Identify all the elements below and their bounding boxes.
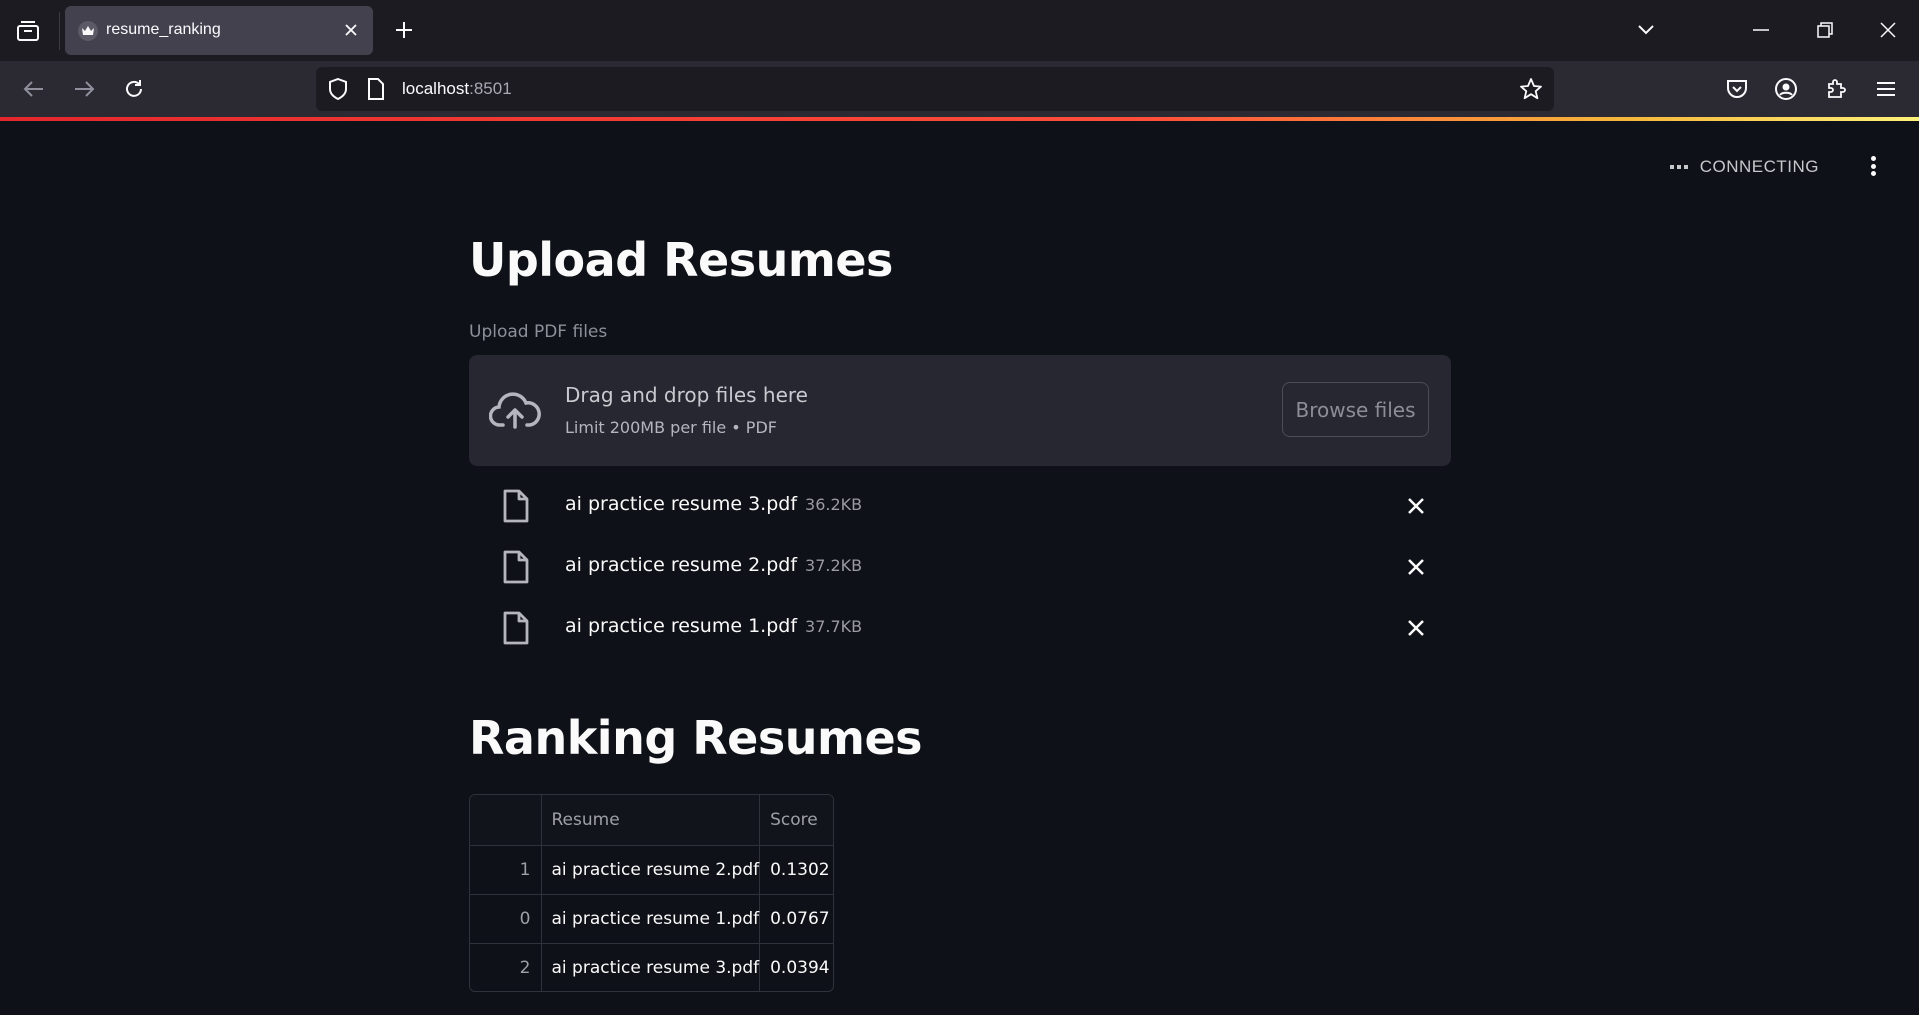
reload-icon[interactable] (118, 73, 150, 105)
file-icon (501, 550, 531, 588)
file-icon (501, 489, 531, 527)
ranking-dataframe[interactable]: Resume Score 1 ai practice resume 2.pdf … (469, 794, 834, 992)
uploader-label: Upload PDF files (469, 322, 608, 342)
file-name: ai practice resume 1.pdf (565, 615, 798, 637)
connecting-dots-icon (1669, 165, 1688, 169)
url-bar[interactable]: localhost:8501 (316, 67, 1554, 111)
bookmark-star-icon[interactable] (1520, 78, 1542, 104)
ranking-table: Resume Score 1 ai practice resume 2.pdf … (470, 795, 833, 991)
remove-file-icon[interactable] (1403, 615, 1429, 641)
row-index[interactable]: 2 (470, 943, 542, 991)
row-index[interactable]: 1 (470, 845, 542, 895)
file-size: 37.2KB (805, 556, 863, 575)
column-header-score[interactable]: Score (759, 795, 833, 846)
file-name: ai practice resume 2.pdf (565, 554, 798, 576)
back-icon[interactable] (18, 73, 50, 105)
cell-score[interactable]: 0.0394 (760, 943, 833, 991)
tab-manager-icon[interactable] (14, 18, 42, 44)
column-header-resume[interactable]: Resume (541, 795, 761, 846)
file-name-text: ai practice resume 2.pdf 37.2KB (565, 554, 862, 576)
pocket-icon[interactable] (1721, 73, 1753, 105)
cell-resume[interactable]: ai practice resume 1.pdf (541, 894, 761, 944)
tab-title: resume_ranking (106, 21, 221, 38)
ranking-title: Ranking Resumes (469, 711, 923, 765)
table-row: 2 ai practice resume 3.pdf 0.0394 (470, 943, 833, 991)
cell-resume[interactable]: ai practice resume 2.pdf (541, 845, 761, 895)
cell-resume[interactable]: ai practice resume 3.pdf (541, 943, 761, 991)
streamlit-app: CONNECTING Upload Resumes Upload PDF fil… (0, 121, 1919, 1015)
dropzone-limit: Limit 200MB per file • PDF (565, 418, 777, 437)
cloud-upload-icon (488, 391, 541, 433)
url-text[interactable]: localhost:8501 (402, 79, 512, 99)
column-header-index[interactable] (470, 795, 542, 846)
table-row: 1 ai practice resume 2.pdf 0.1302 (470, 845, 833, 895)
minimize-icon[interactable] (1746, 15, 1776, 45)
file-name: ai practice resume 3.pdf (565, 493, 798, 515)
dropzone-title: Drag and drop files here (565, 383, 808, 407)
table-header-row: Resume Score (470, 795, 833, 846)
uploaded-file-row: ai practice resume 2.pdf 37.2KB (469, 542, 1451, 592)
file-name-text: ai practice resume 1.pdf 37.7KB (565, 615, 862, 637)
url-host: localhost (402, 79, 470, 98)
upload-title: Upload Resumes (469, 233, 893, 287)
account-icon[interactable] (1770, 73, 1802, 105)
close-window-icon[interactable] (1873, 15, 1903, 45)
cell-score[interactable]: 0.1302 (759, 845, 833, 895)
streamlit-crown-icon (78, 21, 98, 41)
restore-icon[interactable] (1810, 15, 1840, 45)
uploaded-file-row: ai practice resume 3.pdf 36.2KB (469, 481, 1451, 531)
forward-icon[interactable] (68, 73, 100, 105)
app-menu-kebab-icon[interactable] (1867, 153, 1879, 179)
new-tab-icon[interactable] (390, 16, 418, 44)
remove-file-icon[interactable] (1403, 493, 1429, 519)
row-index[interactable]: 0 (470, 894, 542, 944)
menu-hamburger-icon[interactable] (1870, 73, 1902, 105)
connection-status: CONNECTING (1669, 157, 1819, 177)
browser-tab-bar: resume_ranking (0, 0, 1919, 61)
browser-nav-bar: localhost:8501 (0, 61, 1919, 117)
file-name-text: ai practice resume 3.pdf 36.2KB (565, 493, 862, 515)
tab-resume-ranking[interactable]: resume_ranking (65, 6, 373, 55)
remove-file-icon[interactable] (1403, 554, 1429, 580)
tab-separator (59, 12, 60, 50)
file-size: 37.7KB (805, 617, 863, 636)
close-tab-icon[interactable] (339, 18, 363, 42)
file-dropzone[interactable]: Drag and drop files here Limit 200MB per… (469, 355, 1451, 466)
extensions-icon[interactable] (1820, 73, 1852, 105)
tab-list-chevron-icon[interactable] (1631, 15, 1661, 45)
file-icon (501, 611, 531, 649)
shield-icon[interactable] (328, 77, 348, 104)
browse-files-button[interactable]: Browse files (1282, 382, 1429, 437)
file-size: 36.2KB (805, 495, 863, 514)
page-icon[interactable] (367, 78, 385, 104)
url-port: :8501 (469, 79, 512, 98)
table-row: 0 ai practice resume 1.pdf 0.0767 (470, 894, 833, 944)
cell-score[interactable]: 0.0767 (759, 894, 833, 944)
uploaded-file-row: ai practice resume 1.pdf 37.7KB (469, 603, 1451, 653)
status-text: CONNECTING (1699, 157, 1819, 176)
